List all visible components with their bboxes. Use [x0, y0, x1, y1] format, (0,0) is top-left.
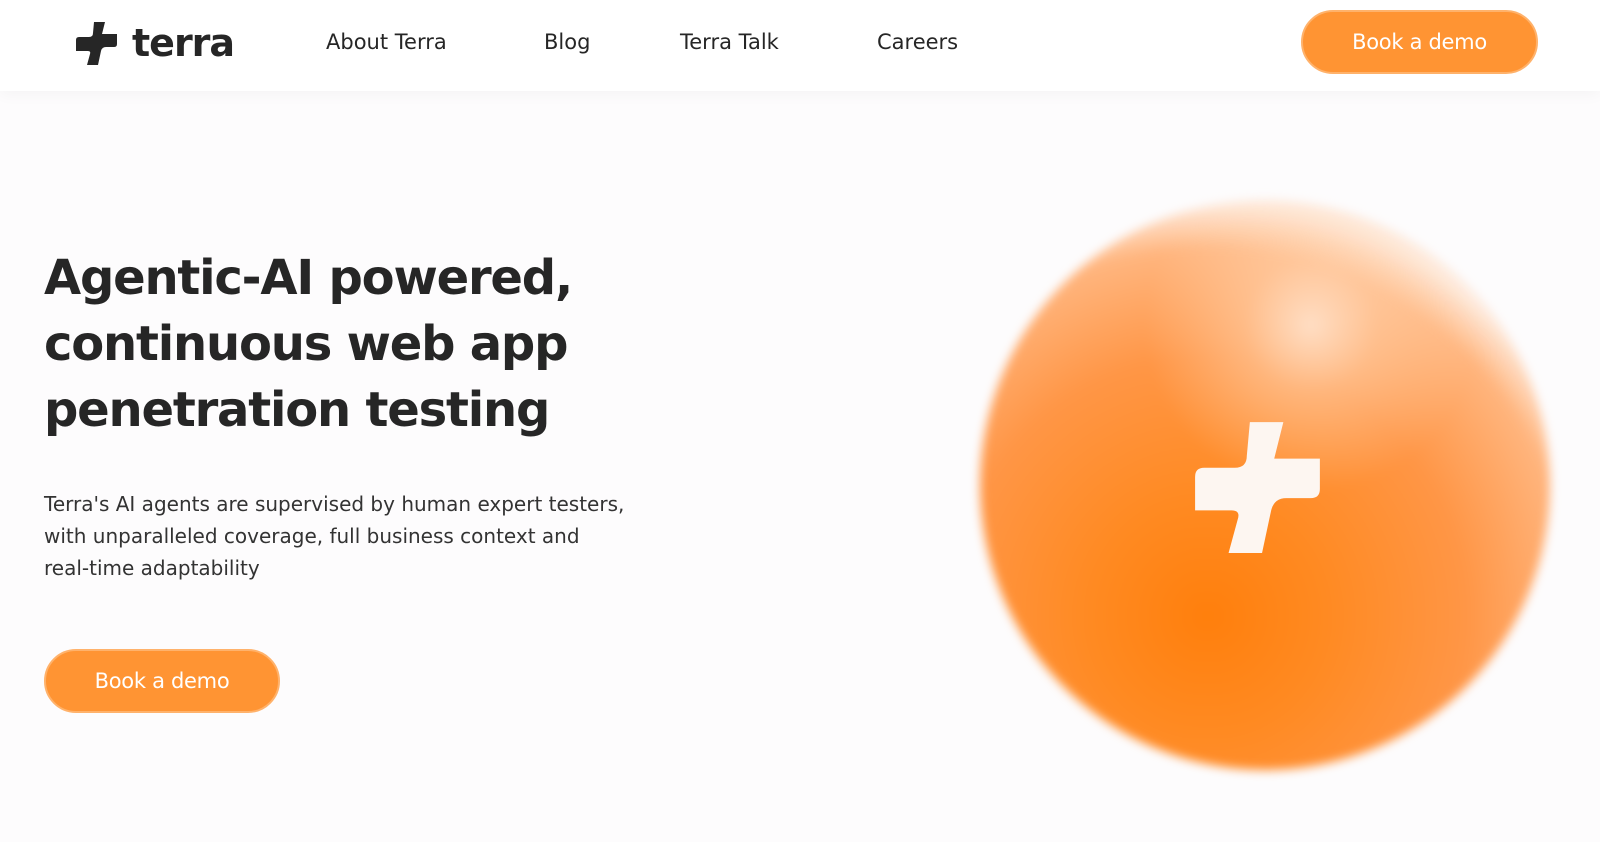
site-header: terra About Terra Blog Terra Talk Career… — [0, 0, 1600, 91]
header-book-demo-button[interactable]: Book a demo — [1301, 10, 1538, 74]
brand-name: terra — [132, 21, 235, 65]
hero-description-line: with unparalleled coverage, full busines… — [44, 524, 580, 548]
hero-description-line: real-time adaptability — [44, 556, 260, 580]
hero-description-line: Terra's AI agents are supervised by huma… — [44, 492, 625, 516]
nav-item-blog[interactable]: Blog — [544, 28, 590, 56]
nav-item-about-terra[interactable]: About Terra — [326, 28, 447, 56]
hero-description: Terra's AI agents are supervised by huma… — [44, 488, 684, 584]
hero-orb-graphic — [980, 200, 1550, 770]
hero-title-line: continuous web app — [44, 316, 568, 372]
hero-book-demo-button[interactable]: Book a demo — [44, 649, 280, 713]
hero-title: Agentic-AI powered, continuous web app p… — [44, 245, 664, 443]
hero-title-line: Agentic-AI powered, — [44, 250, 573, 306]
terra-cross-orb-icon — [1195, 422, 1320, 553]
hero-title-line: penetration testing — [44, 382, 550, 438]
nav-item-terra-talk[interactable]: Terra Talk — [680, 28, 779, 56]
nav-item-careers[interactable]: Careers — [877, 28, 958, 56]
terra-logo-link[interactable]: terra — [74, 20, 235, 66]
terra-cross-logo-icon — [76, 22, 117, 65]
